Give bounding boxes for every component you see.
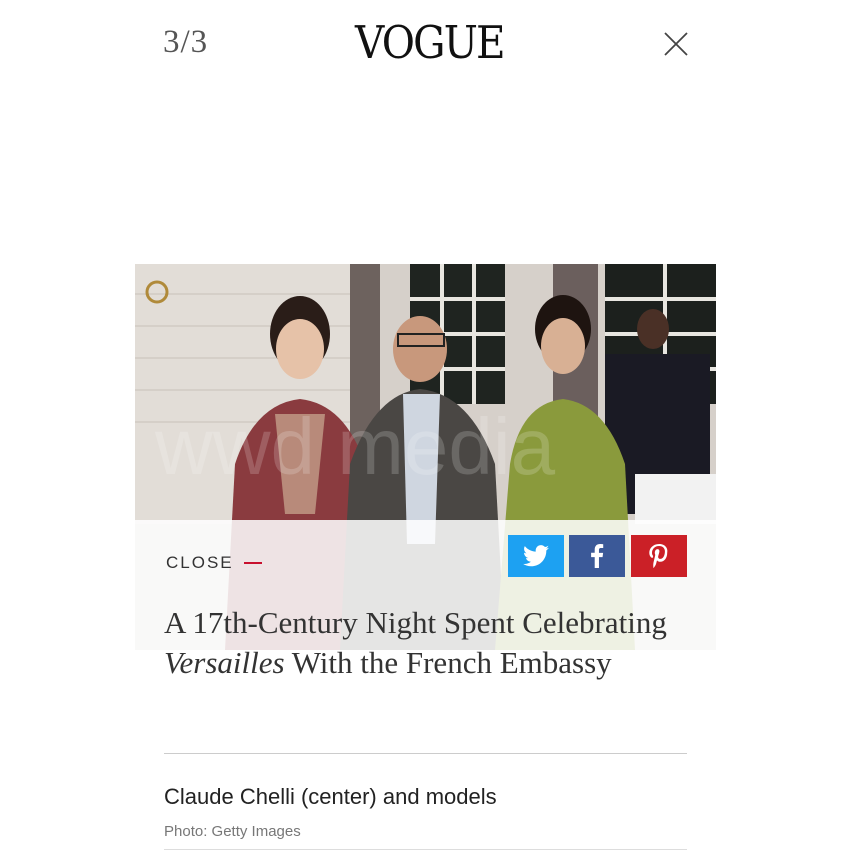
pinterest-share-button[interactable] [631, 535, 687, 577]
facebook-share-button[interactable] [569, 535, 625, 577]
photo-caption: Claude Chelli (center) and models [164, 784, 497, 809]
twitter-bird-icon [523, 545, 549, 567]
title-part-2: With the French Embassy [284, 645, 612, 680]
pinterest-p-icon [649, 544, 668, 568]
divider [164, 753, 687, 754]
top-bar: 3/3 VOGUE [0, 0, 850, 90]
vogue-logo[interactable]: VOGUE [355, 16, 506, 69]
close-label: CLOSE [166, 553, 234, 572]
gallery-title: A 17th-Century Night Spent Celebrating V… [164, 603, 704, 683]
close-gallery-link[interactable]: CLOSE [166, 553, 262, 573]
slide-counter: 3/3 [163, 24, 209, 60]
facebook-f-icon [591, 544, 604, 568]
close-dash-icon [243, 562, 262, 564]
title-italic: Versailles [164, 645, 285, 680]
photo-credit: Photo: Getty Images [164, 823, 301, 840]
title-part-1: A 17th-Century Night Spent Celebrating [164, 605, 667, 640]
close-icon[interactable] [662, 30, 690, 58]
twitter-share-button[interactable] [508, 535, 564, 577]
svg-text:wwd media: wwd media [154, 402, 556, 491]
